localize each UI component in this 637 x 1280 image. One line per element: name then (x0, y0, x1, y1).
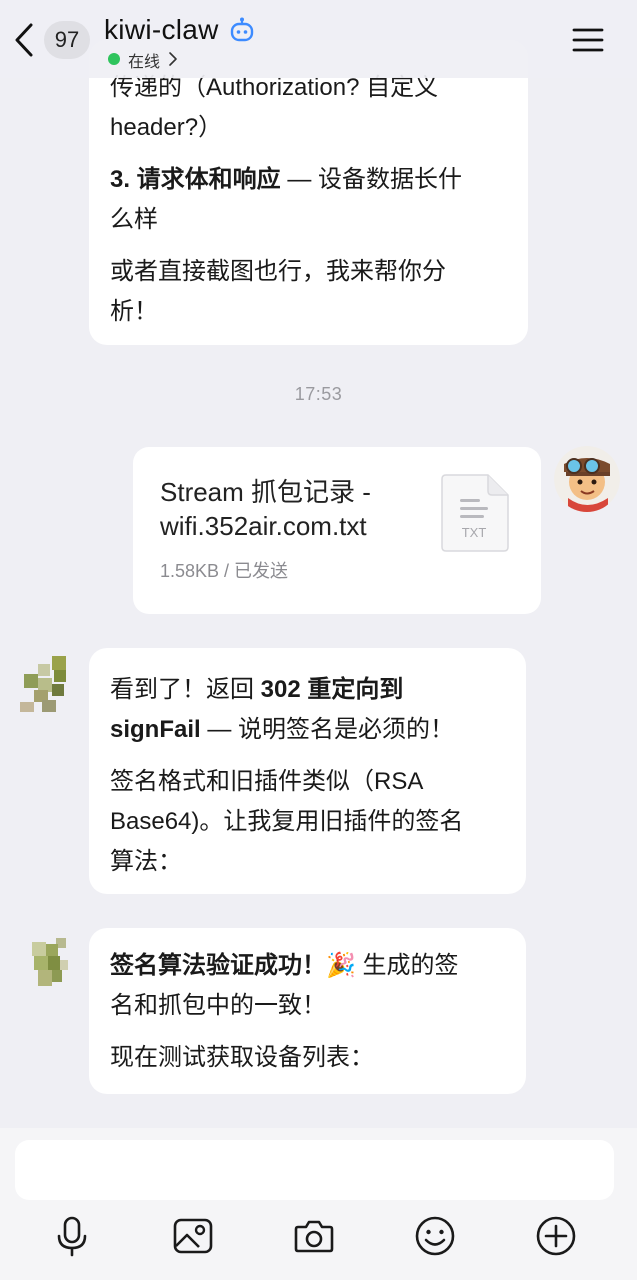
message-input[interactable] (15, 1140, 614, 1200)
file-name-line: Stream 抓包记录 - (160, 477, 371, 507)
unread-count-badge[interactable]: 97 (44, 21, 90, 59)
file-message-card[interactable]: Stream 抓包记录 - wifi.352air.com.txt 1.58KB… (133, 447, 541, 614)
composer (0, 1128, 637, 1280)
bot-message-bubble[interactable]: 传递的（Authorization? 自定义 header?） 3. 请求体和响… (89, 40, 528, 345)
microphone-icon (57, 1216, 87, 1257)
chat-header: 97 kiwi-claw 在线 (0, 0, 637, 78)
image-button[interactable] (171, 1214, 215, 1258)
message-text: 签名算法验证成功！🎉 生成的签 (110, 946, 506, 986)
message-bold-text: signFail (110, 716, 201, 743)
online-status[interactable]: 在线 (108, 48, 178, 71)
message-text: 名和抓包中的一致！ (110, 992, 326, 1019)
message-text: 算法： (110, 848, 182, 875)
message-text: 么样 (110, 206, 158, 233)
bot-avatar[interactable] (30, 938, 70, 988)
status-text: 在线 (128, 54, 161, 71)
image-icon (173, 1218, 213, 1254)
chevron-right-icon (169, 52, 177, 66)
message-bold-text: 签名算法验证成功！ (110, 952, 326, 979)
emoji-icon (415, 1216, 455, 1256)
emoji-button[interactable] (413, 1214, 457, 1258)
bot-message-bubble[interactable]: 看到了！返回 302 重定向到 signFail — 说明签名是必须的！ 签名格… (89, 648, 526, 894)
hamburger-menu-icon[interactable] (572, 26, 604, 54)
message-text: signFail — 说明签名是必须的！ (110, 710, 506, 750)
party-popper-emoji: 🎉 (326, 952, 356, 979)
voice-button[interactable] (50, 1214, 94, 1258)
chevron-left-icon[interactable] (12, 22, 36, 58)
message-list[interactable]: 传递的（Authorization? 自定义 header?） 3. 请求体和响… (0, 0, 637, 1130)
message-timestamp: 17:53 (294, 384, 343, 404)
online-dot (108, 53, 120, 65)
message-text: — 设备数据长什 (280, 166, 463, 193)
message-text: Base64)。让我复用旧插件的签名 (110, 808, 464, 835)
file-meta: 1.58KB / 已发送 (160, 561, 289, 581)
message-bold-text: 302 重定向到 (260, 676, 404, 703)
message-bold-text: 3. 请求体和响应 (110, 166, 281, 193)
message-text: 3. 请求体和响应 — 设备数据长什 (110, 160, 508, 200)
message-text: 生成的签 (355, 952, 459, 979)
message-text: header?） (110, 114, 223, 141)
bot-message-bubble[interactable]: 签名算法验证成功！🎉 生成的签 名和抓包中的一致！ 现在测试获取设备列表： (89, 928, 526, 1094)
more-button[interactable] (534, 1214, 578, 1258)
message-text: 看到了！返回 302 重定向到 (110, 670, 506, 710)
robot-icon (230, 17, 254, 42)
plus-circle-icon (536, 1216, 576, 1256)
file-name-line: wifi.352air.com.txt (160, 511, 367, 541)
camera-icon (294, 1220, 334, 1253)
file-type-label: TXT (462, 525, 487, 540)
message-text: — 说明签名是必须的！ (200, 716, 455, 743)
message-text: 或者直接截图也行，我来帮你分 (110, 258, 446, 285)
txt-file-icon: TXT (441, 474, 509, 552)
camera-button[interactable] (292, 1214, 336, 1258)
message-text: 签名格式和旧插件类似（RSA (110, 768, 424, 795)
bot-avatar[interactable] (20, 656, 68, 714)
file-name: Stream 抓包记录 - wifi.352air.com.txt (160, 475, 410, 543)
message-text: 现在测试获取设备列表： (110, 1044, 374, 1071)
message-text: 看到了！返回 (110, 676, 261, 703)
chat-screen: 传递的（Authorization? 自定义 header?） 3. 请求体和响… (0, 0, 637, 1280)
message-text: 析！ (110, 298, 158, 325)
user-avatar[interactable] (554, 446, 620, 512)
chat-title: kiwi-claw (104, 14, 219, 45)
